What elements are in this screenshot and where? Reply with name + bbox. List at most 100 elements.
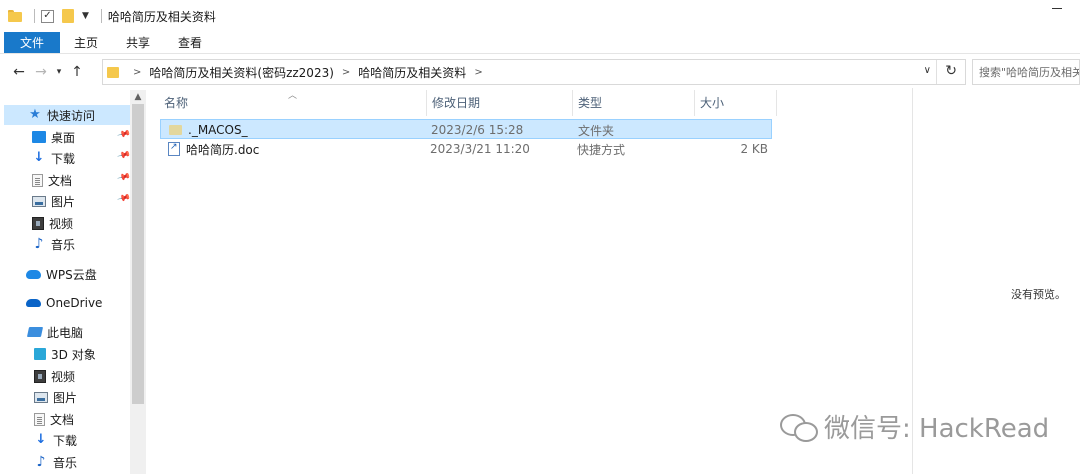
toolbar-divider (100, 9, 102, 23)
properties-icon[interactable]: ✓ (41, 9, 54, 23)
sidebar-item-pc-pictures[interactable]: 图片 (34, 387, 77, 407)
sidebar-item-quick-access[interactable]: ★ 快速访问 (4, 105, 130, 125)
column-header-size[interactable]: 大小 (694, 88, 776, 116)
download-icon: ↓ (33, 150, 45, 165)
sidebar-item-label: WPS云盘 (46, 267, 97, 282)
document-icon (34, 412, 45, 426)
music-icon: ♪ (34, 236, 44, 252)
column-divider[interactable] (776, 90, 777, 116)
picture-icon (34, 391, 48, 403)
watermark-text: 微信号: HackRead (824, 414, 1050, 444)
back-arrow-icon[interactable]: ← (8, 64, 30, 80)
wechat-icon (780, 412, 818, 442)
search-input[interactable] (979, 65, 1079, 79)
sidebar-item-pc-videos[interactable]: 视频 (34, 366, 75, 386)
file-date: 2023/2/6 15:28 (431, 123, 524, 137)
video-icon (34, 369, 46, 383)
sidebar-item-label: 快速访问 (47, 108, 96, 123)
column-header-type[interactable]: 类型 (572, 88, 694, 116)
pin-icon[interactable]: 📌 (116, 149, 131, 163)
cloud-icon (26, 269, 41, 279)
sidebar-item-music[interactable]: ♪ 音乐 (32, 234, 75, 254)
sort-chevron-up-icon: ︿ (288, 91, 298, 101)
file-name: ._MACOS_ (188, 123, 248, 137)
file-size: 2 KB (740, 142, 768, 156)
shortcut-icon (168, 142, 180, 156)
pin-icon[interactable]: 📌 (116, 128, 131, 142)
scroll-up-arrow-icon[interactable]: ▲ (130, 92, 146, 102)
chevron-down-icon[interactable]: ▼ (82, 11, 89, 21)
search-box[interactable] (972, 59, 1080, 85)
sidebar-item-pc-documents[interactable]: 文档 (34, 409, 74, 429)
title-bar: ✓ ▼ 哈哈简历及相关资料 (0, 0, 1080, 32)
sidebar-item-videos[interactable]: 视频 (32, 213, 73, 233)
sidebar-item-label: 视频 (51, 369, 76, 384)
sidebar-item-3d-objects[interactable]: 3D 对象 (34, 344, 96, 364)
sidebar-item-documents[interactable]: 文档 (32, 170, 72, 190)
sidebar-item-label: 此电脑 (47, 325, 84, 340)
navigation-pane: ★ 快速访问 桌面 📌 ↓ 下载 📌 文档 📌 图片 📌 视频 ♪ 音乐 WPS… (0, 90, 146, 474)
sidebar-item-label: OneDrive (46, 296, 103, 310)
tab-file[interactable]: 文件 (4, 32, 61, 53)
column-header-date[interactable]: 修改日期 (426, 88, 572, 116)
cube-icon (34, 348, 46, 360)
sidebar-item-pictures[interactable]: 图片 (32, 191, 75, 211)
sidebar-item-this-pc[interactable]: 此电脑 (26, 322, 84, 342)
computer-icon (26, 327, 44, 337)
document-icon (32, 173, 43, 187)
sidebar-item-downloads[interactable]: ↓ 下载 (32, 148, 75, 168)
forward-arrow-icon[interactable]: → (30, 64, 52, 80)
breadcrumb-parent-folder[interactable]: 哈哈简历及相关资料(密码zz2023) (149, 64, 334, 81)
file-date: 2023/3/21 11:20 (430, 142, 530, 156)
tab-view[interactable]: 查看 (164, 32, 216, 53)
table-row[interactable]: ._MACOS_ 2023/2/6 15:28 文件夹 (160, 119, 772, 139)
tab-home[interactable]: 主页 (60, 32, 112, 53)
sidebar-item-wps-cloud[interactable]: WPS云盘 (26, 264, 97, 284)
sidebar-item-label: 文档 (50, 412, 75, 427)
desktop-icon (32, 131, 46, 143)
window-title: 哈哈简历及相关资料 (107, 9, 216, 24)
sidebar-item-label: 下载 (51, 151, 76, 166)
sidebar-item-pc-downloads[interactable]: ↓ 下载 (34, 430, 77, 450)
sidebar-item-onedrive[interactable]: OneDrive (26, 293, 102, 313)
column-header-label: 大小 (700, 95, 725, 110)
scrollbar-thumb[interactable] (132, 104, 144, 404)
recent-locations-chevron-icon[interactable]: ▾ (52, 67, 66, 77)
sidebar-item-label: 视频 (49, 216, 74, 231)
preview-empty-message: 没有预览。 (1011, 288, 1066, 301)
chevron-right-icon[interactable]: > (133, 67, 141, 78)
file-name: 哈哈简历.doc (186, 142, 260, 157)
new-folder-icon[interactable] (62, 9, 74, 23)
navigation-bar: ← → ▾ ↑ > 哈哈简历及相关资料(密码zz2023) > 哈哈简历及相关资… (0, 56, 1080, 88)
folder-icon (107, 66, 119, 78)
pin-icon[interactable]: 📌 (116, 171, 131, 185)
table-row[interactable]: 哈哈简历.doc 2023/3/21 11:20 快捷方式 2 KB (160, 139, 772, 159)
tab-share[interactable]: 共享 (112, 32, 164, 53)
wechat-watermark: 微信号: HackRead (780, 408, 1049, 445)
sidebar-item-pc-music[interactable]: ♪ 音乐 (34, 452, 77, 472)
navigation-scrollbar[interactable]: ▲ (130, 90, 146, 474)
toolbar-divider (34, 9, 35, 23)
sidebar-item-label: 图片 (51, 194, 76, 209)
sidebar-item-label: 3D 对象 (51, 347, 96, 362)
folder-icon (169, 125, 182, 135)
address-bar[interactable]: > 哈哈简历及相关资料(密码zz2023) > 哈哈简历及相关资料 > ∨ ↻ (102, 59, 966, 85)
chevron-right-icon[interactable]: > (342, 67, 350, 78)
address-history-chevron-icon[interactable]: ∨ (924, 65, 931, 76)
file-size (701, 120, 769, 140)
minimize-button[interactable] (1052, 8, 1062, 9)
file-name-cell: 哈哈简历.doc (168, 139, 259, 159)
refresh-icon[interactable]: ↻ (945, 63, 957, 79)
folder-icon (8, 10, 22, 22)
breadcrumb-current-folder[interactable]: 哈哈简历及相关资料 (358, 64, 466, 81)
sidebar-item-label: 音乐 (51, 237, 76, 252)
column-header-label: 修改日期 (432, 95, 481, 110)
pin-icon[interactable]: 📌 (116, 192, 131, 206)
file-type: 快捷方式 (577, 142, 626, 157)
sidebar-item-desktop[interactable]: 桌面 (32, 127, 75, 147)
download-icon: ↓ (35, 432, 47, 447)
file-name-cell: ._MACOS_ (169, 120, 248, 140)
up-arrow-icon[interactable]: ↑ (66, 64, 88, 80)
sidebar-item-label: 音乐 (53, 455, 78, 470)
chevron-right-icon[interactable]: > (474, 67, 482, 78)
